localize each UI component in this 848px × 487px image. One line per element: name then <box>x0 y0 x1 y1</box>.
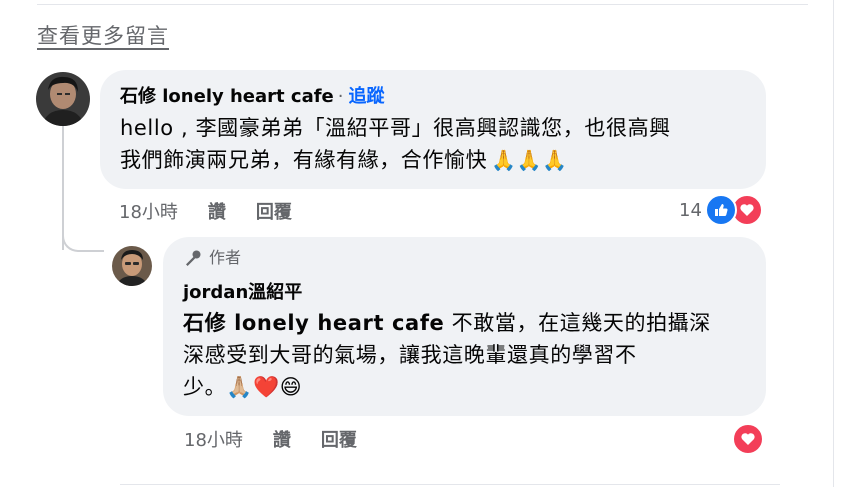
mention-link[interactable]: 石修 lonely heart cafe <box>183 311 444 335</box>
author-badge: 作者 <box>183 247 746 269</box>
reply-text-line-1: 石修 lonely heart cafe 不敢當，在這幾天的拍攝深 <box>183 307 746 339</box>
reply-reply-button[interactable]: 回覆 <box>321 426 357 452</box>
comment-text-line-2: 我們飾演兩兄弟，有緣有緣，合作愉快 🙏🙏🙏 <box>120 144 746 176</box>
comment-text-line-1: hello , 李國豪弟弟「溫紹平哥」很高興認識您，也很高興 <box>120 116 671 140</box>
heart-icon <box>732 423 764 455</box>
comment-author-line: 石修 lonely heart cafe · 追蹤 <box>120 84 746 110</box>
reply-actions: 18小時 讚 回覆 <box>184 426 387 452</box>
comment-bubble: 石修 lonely heart cafe · 追蹤 hello , 李國豪弟弟「溫紹… <box>100 70 766 189</box>
reply-timestamp[interactable]: 18小時 <box>184 426 243 452</box>
reply-button[interactable]: 回覆 <box>256 198 292 224</box>
separator-dot: · <box>337 86 344 107</box>
thread-connector-curve <box>62 234 104 252</box>
reply-author-avatar[interactable] <box>112 246 152 286</box>
author-badge-label: 作者 <box>209 248 242 267</box>
top-divider <box>37 4 808 5</box>
commenter-avatar[interactable] <box>36 72 90 126</box>
reply-like-button[interactable]: 讚 <box>273 426 291 452</box>
reply-text-line-2: 深感受到大哥的氣場，讓我這晚輩還真的學習不 <box>183 343 637 367</box>
reply-author-name[interactable]: jordan溫紹平 <box>183 279 746 307</box>
reaction-count: 14 <box>679 199 702 221</box>
thread-connector <box>62 126 64 250</box>
reply-text-line-3: 少。🙏🏼❤️😄 <box>183 375 303 399</box>
follow-button[interactable]: 追蹤 <box>349 86 385 107</box>
bottom-divider <box>120 484 780 485</box>
reply-reactions[interactable] <box>732 423 764 455</box>
right-divider <box>833 0 834 487</box>
like-button[interactable]: 讚 <box>208 198 226 224</box>
comment-reactions[interactable]: 14 <box>679 194 763 226</box>
microphone-icon <box>183 248 203 268</box>
thumbs-up-icon <box>704 194 737 226</box>
pray-emoji: 🙏🙏🙏 <box>491 148 568 172</box>
comment-actions: 18小時 讚 回覆 <box>119 198 322 224</box>
comment-timestamp[interactable]: 18小時 <box>119 198 178 224</box>
reply-text-line-1-rest: 不敢當，在這幾天的拍攝深 <box>444 311 711 335</box>
view-more-comments-link[interactable]: 查看更多留言 <box>37 20 169 50</box>
reply-text: 石修 lonely heart cafe 不敢當，在這幾天的拍攝深 深感受到大哥… <box>183 307 746 403</box>
reply-bubble: 作者 jordan溫紹平 石修 lonely heart cafe 不敢當，在這… <box>163 237 766 416</box>
comment-author-name[interactable]: 石修 lonely heart cafe <box>120 86 334 107</box>
comment-text-line-2-text: 我們飾演兩兄弟，有緣有緣，合作愉快 <box>120 148 488 172</box>
comment-text: hello , 李國豪弟弟「溫紹平哥」很高興認識您，也很高興 我們飾演兩兄弟，有… <box>120 112 746 176</box>
